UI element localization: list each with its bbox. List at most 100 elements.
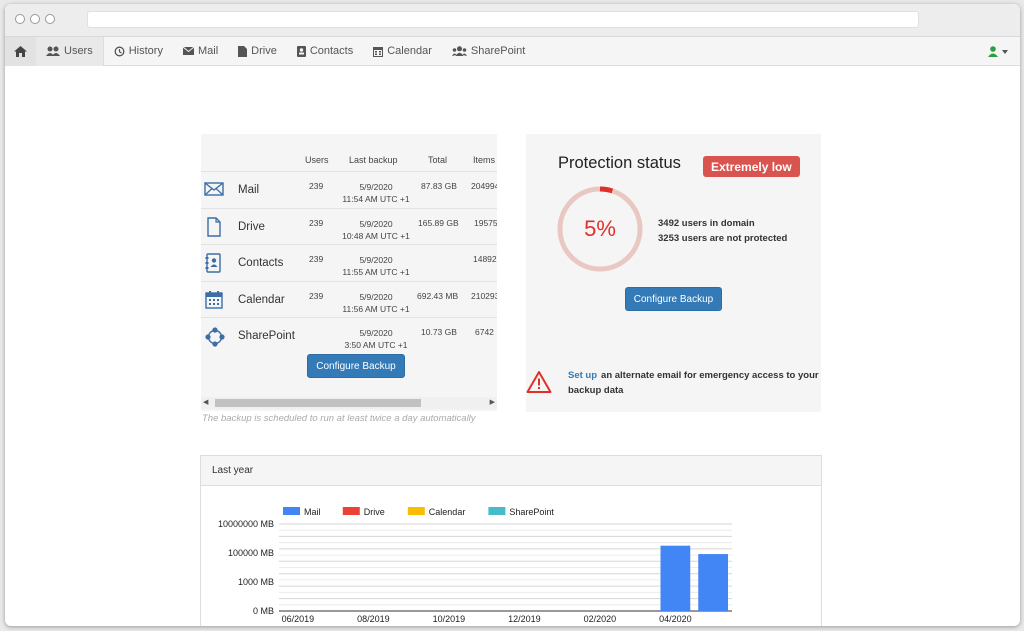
col-users: Users — [305, 155, 329, 165]
last-backup: 5/9/2020 10:48 AM UTC +1 — [336, 218, 416, 242]
backup-row-sharepoint: SharePoint 5/9/2020 3:50 AM UTC +1 10.73 … — [201, 318, 497, 355]
status-badge: Extremely low — [703, 156, 800, 177]
nav-history[interactable]: History — [104, 37, 173, 66]
configure-backup-button-secondary[interactable]: Configure Backup — [625, 287, 722, 311]
scroll-right-icon[interactable]: ▶ — [490, 397, 495, 409]
scroll-left-icon[interactable]: ◀ — [203, 397, 208, 409]
backup-date: 5/9/2020 — [359, 182, 393, 192]
last-year-title: Last year — [201, 456, 821, 486]
x-tick-label: 06/2019 — [282, 614, 315, 624]
address-bar[interactable] — [87, 11, 919, 28]
protection-title: Protection status — [558, 154, 681, 172]
items-count: 204994 — [471, 181, 497, 191]
backup-row-calendar: Calendar 239 5/9/2020 11:56 AM UTC +1 692… — [201, 282, 497, 318]
backup-row-drive: Drive 239 5/9/2020 10:48 AM UTC +1 165.89… — [201, 209, 497, 245]
main-navbar: Users History Mail Drive Contacts Calend… — [5, 36, 1020, 66]
nav-history-label: History — [128, 45, 163, 57]
legend-label: SharePoint — [509, 507, 554, 517]
total-size: 87.83 GB — [421, 181, 457, 191]
mail-icon — [182, 47, 194, 55]
nav-calendar[interactable]: Calendar — [363, 37, 442, 66]
calendar-icon — [205, 290, 223, 309]
nav-mail[interactable]: Mail — [173, 37, 228, 66]
legend-label: Calendar — [429, 507, 466, 517]
last-backup: 5/9/2020 3:50 AM UTC +1 — [336, 327, 416, 351]
users-count: 239 — [309, 217, 324, 228]
users-icon — [46, 46, 60, 56]
emergency-email-warning: Set up an alternate email for emergency a… — [568, 368, 820, 398]
legend-swatch — [283, 507, 300, 515]
file-icon — [238, 45, 248, 57]
users-not-protected: 3253 users are not protected — [658, 233, 788, 244]
users-in-domain: 3492 users in domain — [658, 218, 755, 229]
configure-backup-button[interactable]: Configure Backup — [307, 354, 405, 378]
total-size: 10.73 GB — [421, 327, 457, 337]
calendar-icon — [373, 46, 384, 57]
y-tick-label: 100000 MB — [228, 548, 274, 558]
items-count: 19575 — [474, 217, 497, 228]
nav-users[interactable]: Users — [36, 36, 104, 66]
nav-sharepoint[interactable]: SharePoint — [442, 37, 535, 66]
address-book-icon — [205, 253, 221, 273]
legend-label: Mail — [304, 507, 321, 517]
nav-sharepoint-label: SharePoint — [470, 45, 526, 57]
protection-status-panel: Protection status Extremely low 5% 3492 … — [526, 134, 821, 412]
chart-bar — [698, 554, 728, 611]
home-icon — [14, 45, 27, 57]
service-name: SharePoint — [238, 330, 295, 342]
horizontal-scrollbar[interactable]: ◀ ▶ — [201, 397, 497, 409]
chart-bar — [660, 545, 691, 611]
backup-time: 11:54 AM UTC +1 — [342, 194, 410, 204]
x-tick-label: 02/2020 — [584, 614, 617, 624]
document-icon — [207, 216, 221, 237]
x-tick-label: 04/2020 — [659, 614, 692, 624]
legend-swatch — [342, 507, 360, 515]
legend-swatch — [488, 507, 506, 515]
backup-schedule-note: The backup is scheduled to run at least … — [202, 413, 476, 424]
users-count: 239 — [309, 290, 324, 301]
history-icon — [114, 46, 125, 56]
backup-time: 11:56 AM UTC +1 — [342, 303, 410, 314]
nav-users-label: Users — [64, 45, 93, 57]
y-tick-label: 1000 MB — [238, 577, 274, 587]
minimize-window-button[interactable] — [30, 14, 40, 24]
maximize-window-button[interactable] — [45, 14, 55, 24]
sharepoint-icon — [205, 327, 225, 347]
last-backup: 5/9/2020 11:56 AM UTC +1 — [336, 291, 416, 315]
col-last-backup: Last backup — [349, 155, 398, 165]
user-icon — [988, 46, 998, 57]
nav-contacts-label: Contacts — [309, 45, 354, 57]
users-count: 239 — [309, 254, 324, 264]
col-items: Items — [473, 155, 496, 165]
user-menu[interactable] — [988, 37, 1008, 66]
backup-time: 10:48 AM UTC +1 — [342, 230, 410, 241]
legend-swatch — [407, 507, 425, 515]
warning-icon — [526, 371, 552, 393]
caret-down-icon — [1002, 49, 1008, 54]
x-tick-label: 08/2019 — [357, 614, 390, 624]
setup-link[interactable]: Set up — [568, 370, 597, 381]
group-icon — [451, 46, 467, 56]
protection-percent: 5% — [584, 216, 616, 241]
nav-drive[interactable]: Drive — [228, 37, 287, 66]
main-content: Users Last backup Total Items Mail 239 5… — [5, 66, 1020, 626]
nav-contacts[interactable]: Contacts — [287, 37, 363, 66]
backup-table-header: Users Last backup Total Items — [201, 134, 497, 172]
home-button[interactable] — [5, 36, 36, 66]
backup-row-mail: Mail 239 5/9/2020 11:54 AM UTC +1 87.83 G… — [201, 172, 497, 209]
title-bar — [5, 4, 1020, 37]
contacts-icon — [296, 45, 306, 57]
nav-calendar-label: Calendar — [387, 45, 432, 57]
backup-time: 11:55 AM UTC +1 — [342, 267, 410, 277]
total-size: 165.89 GB — [418, 217, 459, 228]
browser-window: Users History Mail Drive Contacts Calend… — [5, 4, 1020, 626]
backup-table-panel: Users Last backup Total Items Mail 239 5… — [201, 134, 497, 411]
backup-time: 3:50 AM UTC +1 — [344, 340, 408, 350]
envelope-icon — [204, 182, 224, 196]
y-tick-label: 10000000 MB — [218, 519, 274, 529]
service-name: Mail — [238, 184, 260, 196]
last-backup: 5/9/2020 11:55 AM UTC +1 — [336, 254, 416, 278]
last-backup: 5/9/2020 11:54 AM UTC +1 — [336, 181, 416, 205]
scrollbar-thumb[interactable] — [215, 399, 421, 407]
close-window-button[interactable] — [15, 14, 25, 24]
